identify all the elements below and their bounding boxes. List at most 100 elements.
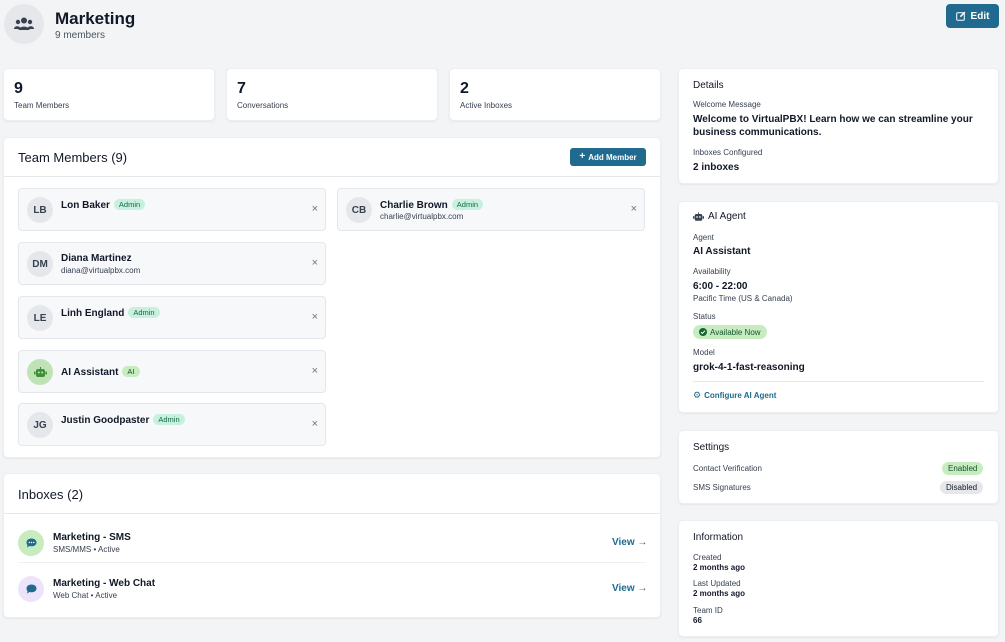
configure-ai-agent-link[interactable]: ⚙ Configure AI Agent: [693, 390, 777, 401]
member-card: LB Lon Baker Admin ×: [18, 188, 326, 231]
member-card: DM Diana Martinez diana@virtualpbx.com ×: [18, 242, 326, 285]
stat-label: Active Inboxes: [460, 101, 513, 110]
avatar: JG: [27, 412, 53, 438]
remove-member-button[interactable]: ×: [312, 311, 318, 323]
member-card: JG Justin Goodpaster Admin ×: [18, 403, 326, 446]
setting-label: SMS Signatures: [693, 483, 751, 492]
users-icon: [14, 17, 34, 30]
team-id-value: 66: [693, 616, 702, 625]
timezone: Pacific Time (US & Canada): [693, 294, 793, 303]
edit-icon: [955, 11, 965, 21]
member-card: LE Linh England Admin ×: [18, 296, 326, 339]
avatar: CB: [346, 197, 372, 223]
divider: [4, 176, 660, 177]
settings-title: Settings: [693, 442, 730, 453]
member-name-row: Lon Baker Admin: [61, 199, 146, 211]
setting-status-badge: Enabled: [942, 462, 984, 475]
team-id-label: Team ID: [693, 606, 723, 615]
last-updated-label: Last Updated: [693, 579, 741, 588]
remove-member-button[interactable]: ×: [312, 257, 318, 269]
welcome-message-line: business communications.: [693, 127, 822, 138]
edit-button[interactable]: Edit: [946, 4, 999, 28]
availability-label: Availability: [693, 267, 731, 276]
member-email: charlie@virtualpbx.com: [380, 212, 464, 221]
model-value: grok-4-1-fast-reasoning: [693, 362, 805, 373]
agent-label: Agent: [693, 233, 714, 242]
member-count: 9 members: [55, 30, 106, 41]
agent-value: AI Assistant: [693, 246, 751, 257]
ai-agent-title: AI Agent: [708, 211, 746, 222]
member-name: Linh England: [61, 308, 125, 319]
chat-bubble-icon: [26, 538, 36, 548]
member-name: AI Assistant: [61, 367, 119, 378]
inbox-status: Web Chat • Active: [53, 591, 118, 600]
divider: [4, 513, 660, 514]
member-card: CB Charlie Brown Admin charlie@virtualpbx…: [337, 188, 645, 231]
member-name-row: Charlie Brown Admin: [380, 199, 484, 211]
member-name-row: Linh England Admin: [61, 307, 160, 319]
divider: [693, 381, 984, 382]
member-name: Charlie Brown: [380, 200, 448, 211]
member-name: Diana Martinez: [61, 253, 132, 264]
plus-icon: +: [579, 151, 586, 162]
inbox-icon: [18, 576, 44, 602]
inbox-icon: [18, 530, 44, 556]
inboxes-title: Inboxes (2): [18, 487, 84, 502]
robot-icon: [33, 366, 47, 377]
configure-ai-agent-label: Configure AI Agent: [704, 391, 777, 400]
remove-member-button[interactable]: ×: [631, 203, 637, 215]
member-name: Justin Goodpaster: [61, 415, 150, 426]
inboxes-configured-value: 2 inboxes: [693, 162, 740, 173]
avatar: LE: [27, 305, 53, 331]
gear-icon: ⚙: [693, 390, 702, 400]
role-badge: Admin: [113, 199, 146, 210]
stat-conversations: 7 Conversations: [226, 68, 438, 121]
setting-status-badge: Disabled: [940, 481, 984, 494]
created-value: 2 months ago: [693, 563, 746, 572]
member-name-row: Justin Goodpaster Admin: [61, 414, 185, 426]
welcome-message-label: Welcome Message: [693, 100, 761, 109]
stat-team-members: 9 Team Members: [3, 68, 215, 121]
add-member-label: Add Member: [588, 152, 637, 162]
chat-bubble-icon: [26, 584, 36, 594]
view-inbox-link[interactable]: View →: [612, 583, 647, 594]
role-badge: Admin: [451, 199, 484, 210]
divider: [18, 562, 646, 563]
welcome-message-line: Welcome to VirtualPBX! Learn how we can …: [693, 114, 973, 125]
role-badge: Admin: [128, 307, 160, 318]
role-badge: Admin: [153, 414, 185, 425]
avatar: DM: [27, 251, 53, 277]
stat-active-inboxes: 2 Active Inboxes: [449, 68, 661, 121]
remove-member-button[interactable]: ×: [312, 418, 318, 430]
remove-member-button[interactable]: ×: [312, 365, 318, 377]
stat-label: Conversations: [237, 101, 289, 110]
status-badge: Available Now: [693, 325, 767, 339]
model-label: Model: [693, 348, 715, 357]
inbox-name: Marketing - Web Chat: [53, 578, 156, 589]
avatar: LB: [27, 197, 53, 223]
page-title: Marketing: [55, 9, 136, 28]
edit-button-label: Edit: [970, 10, 990, 22]
status-value: Available Now: [710, 327, 761, 337]
page-header: Marketing 9 members Edit: [0, 0, 1005, 52]
inboxes-configured-label: Inboxes Configured: [693, 148, 763, 157]
team-members-title: Team Members (9): [18, 150, 128, 165]
add-member-button[interactable]: + Add Member: [570, 148, 646, 166]
details-title: Details: [693, 80, 724, 91]
created-label: Created: [693, 553, 722, 562]
team-avatar: [4, 4, 44, 44]
stat-value: 9: [14, 80, 23, 97]
member-name: Lon Baker: [61, 200, 110, 211]
remove-member-button[interactable]: ×: [312, 203, 318, 215]
stat-label: Team Members: [14, 101, 70, 110]
robot-icon: [693, 211, 704, 221]
view-inbox-link[interactable]: View →: [612, 537, 647, 548]
member-card: AI Assistant AI ×: [18, 350, 326, 393]
availability-value: 6:00 - 22:00: [693, 281, 748, 292]
status-label: Status: [693, 312, 716, 321]
stat-value: 2: [460, 80, 469, 97]
setting-label: Contact Verification: [693, 464, 762, 473]
stat-value: 7: [237, 80, 246, 97]
last-updated-value: 2 months ago: [693, 589, 746, 598]
inbox-status: SMS/MMS • Active: [53, 545, 120, 554]
